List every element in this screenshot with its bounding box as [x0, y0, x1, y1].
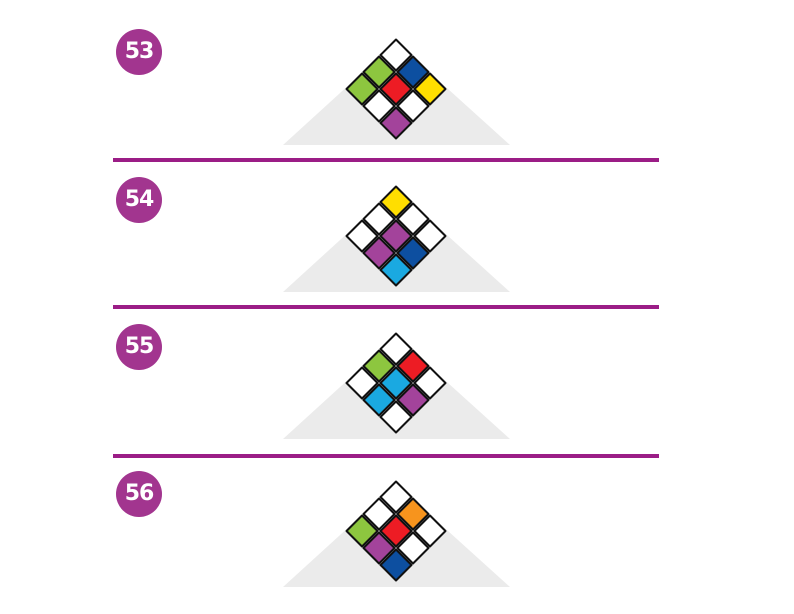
puzzle-diamond-55	[283, 332, 510, 439]
puzzle-diamond-54	[283, 185, 510, 292]
separator-line	[113, 158, 659, 162]
puzzle-number-badge: 53	[116, 29, 162, 75]
puzzle-number-badge: 55	[116, 324, 162, 370]
separator-line	[113, 454, 659, 458]
separator-line	[113, 305, 659, 309]
puzzle-number-badge: 56	[116, 471, 162, 517]
puzzle-diamond-53	[283, 38, 510, 145]
puzzle-number-badge: 54	[116, 177, 162, 223]
puzzle-diamond-56	[283, 480, 510, 587]
